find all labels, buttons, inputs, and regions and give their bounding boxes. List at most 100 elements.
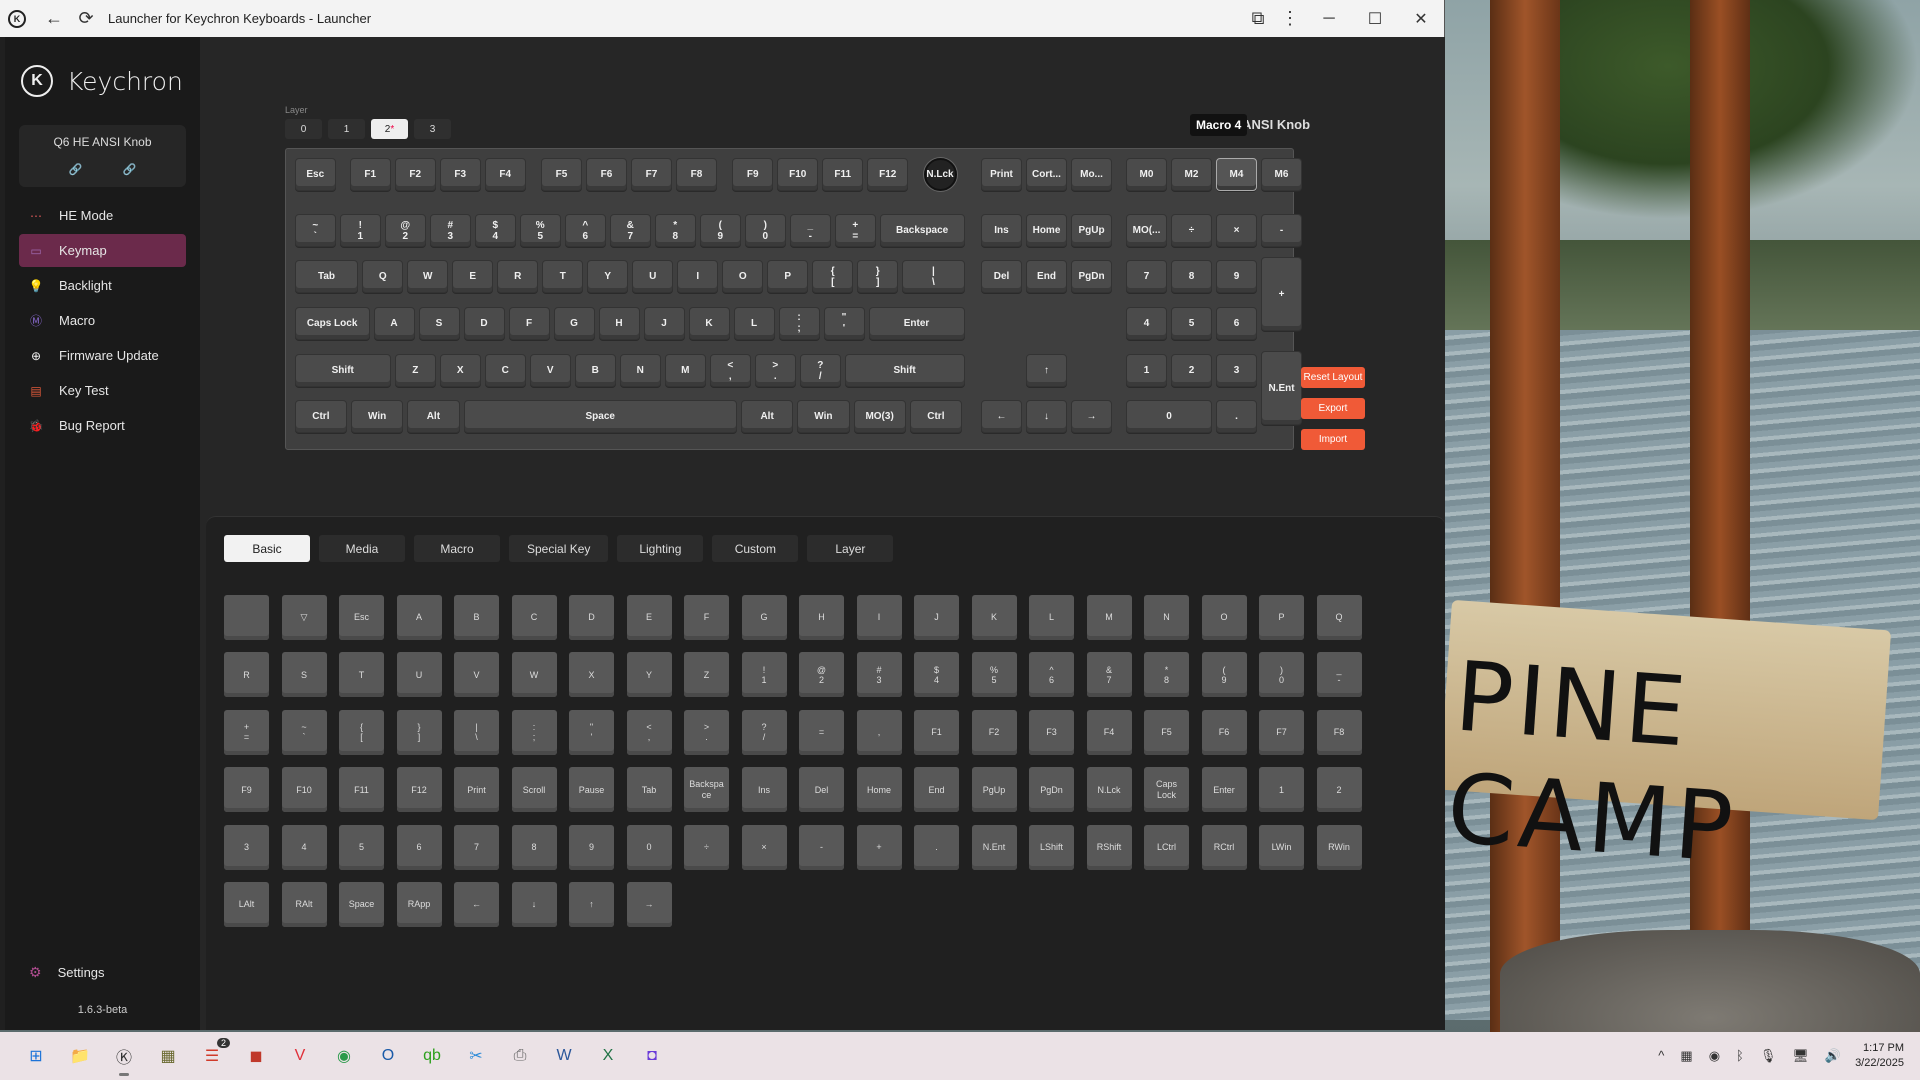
picker-key[interactable]: H (799, 595, 844, 640)
excel-icon[interactable]: X (590, 1038, 626, 1074)
keymap-key[interactable]: N.Ent (1261, 351, 1302, 425)
picker-key[interactable]: R (224, 652, 269, 698)
keymap-key[interactable]: G (553, 306, 595, 340)
keymap-key[interactable]: S (418, 306, 460, 340)
sidebar-item-keymap[interactable]: ▭ Keymap (19, 234, 186, 267)
picker-key[interactable]: Ins (741, 767, 787, 813)
picker-key[interactable]: X (569, 652, 614, 698)
picker-key[interactable]: ← (454, 882, 499, 927)
keymap-key[interactable]: F4 (484, 157, 526, 191)
picker-key[interactable]: Space (339, 882, 384, 927)
keymap-key[interactable]: 0 (1126, 400, 1212, 434)
picker-key[interactable]: Del (799, 767, 844, 813)
picker-key[interactable]: Z (684, 652, 729, 698)
keymap-key[interactable]: M (664, 354, 706, 387)
keymap-key[interactable]: ← (981, 400, 1022, 434)
minimize-button[interactable]: ─ (1306, 0, 1352, 37)
picker-key[interactable]: & 7 (1086, 652, 1132, 698)
app-tray-icon[interactable]: ▦ (1680, 1048, 1692, 1064)
keymap-key[interactable]: ^ 6 (564, 214, 606, 247)
picker-key[interactable]: Q (1316, 595, 1362, 640)
picker-key[interactable]: D (569, 595, 614, 640)
picker-key[interactable]: PgUp (971, 767, 1017, 813)
picker-key[interactable]: F4 (1086, 709, 1132, 755)
import-button[interactable]: Import (1301, 429, 1365, 450)
picker-key[interactable]: N.Ent (971, 824, 1017, 870)
reload-icon[interactable]: ⟳ (70, 4, 102, 34)
picker-key[interactable]: RWin (1316, 824, 1362, 870)
picker-key[interactable]: _ - (1316, 652, 1362, 698)
picker-key[interactable]: + (856, 824, 902, 870)
keychron-launcher-icon[interactable]: Ⓚ (106, 1038, 142, 1076)
keymap-key[interactable]: H (598, 306, 640, 340)
picker-key[interactable]: (9 (1201, 652, 1247, 698)
sidebar-item-he-mode[interactable]: ⋯ HE Mode (19, 199, 186, 232)
keymap-key[interactable]: F2 (394, 157, 436, 191)
picker-key[interactable]: Backspa ce (684, 767, 729, 813)
keymap-key[interactable]: F5 (541, 157, 582, 191)
picker-key[interactable]: | \ (454, 709, 499, 755)
picker-key[interactable]: . (914, 824, 959, 870)
keymap-key[interactable]: ~ ` (294, 214, 336, 247)
keymap-key[interactable]: Ins (981, 214, 1022, 247)
picker-key[interactable]: N (1144, 595, 1189, 640)
keymap-key[interactable]: 5 (1171, 306, 1212, 340)
keymap-key[interactable]: J (643, 306, 685, 340)
picker-key[interactable]: 0 (626, 824, 672, 870)
color-tray-icon[interactable]: ◉ (1709, 1048, 1720, 1064)
picker-key[interactable]: T (339, 652, 384, 698)
vivaldi-icon[interactable]: V (282, 1038, 318, 1074)
picker-key[interactable]: F12 (396, 767, 442, 813)
picker-key[interactable]: Caps Lock (1144, 767, 1189, 813)
picker-key[interactable]: <, (626, 709, 672, 755)
picker-key[interactable]: % 5 (971, 652, 1017, 698)
outlook-icon[interactable]: O (370, 1038, 406, 1074)
keymap-key[interactable]: F11 (822, 157, 864, 191)
picker-key[interactable]: U (396, 652, 442, 698)
keymap-key[interactable]: M2 (1171, 157, 1212, 191)
picker-key[interactable]: W (511, 652, 557, 698)
keymap-key[interactable]: Caps Lock (294, 306, 370, 340)
keymap-key[interactable]: 9 (1216, 260, 1257, 294)
keymap-key[interactable]: | \ (902, 260, 965, 294)
picker-key[interactable]: F (684, 595, 729, 640)
keymap-key[interactable]: → (1071, 400, 1112, 434)
reset-layout-button[interactable]: Reset Layout (1301, 367, 1365, 388)
back-arrow-icon[interactable]: ← (38, 4, 70, 34)
keymap-key[interactable]: End (1026, 260, 1067, 294)
keymap-key[interactable]: (9 (699, 214, 741, 247)
keymap-key[interactable]: 8 (1171, 260, 1212, 294)
keymap-key[interactable]: Ctrl (294, 400, 347, 434)
picker-key[interactable]: L (1029, 595, 1074, 640)
keymap-key[interactable]: MO(3) (853, 400, 906, 434)
sidebar-item-macro[interactable]: Ⓜ Macro (19, 304, 186, 337)
keymap-key[interactable]: PgUp (1071, 214, 1112, 247)
keymap-key[interactable]: F12 (867, 157, 909, 191)
picker-key[interactable]: * 8 (1144, 652, 1189, 698)
keymap-key[interactable]: 3 (1216, 354, 1257, 387)
keymap-key[interactable]: ÷ (1171, 214, 1212, 247)
keymap-key[interactable]: Enter (868, 306, 965, 340)
picker-key[interactable]: A (396, 595, 442, 640)
keymap-key[interactable]: P (767, 260, 809, 294)
keymap-key[interactable]: N (619, 354, 661, 387)
picker-key[interactable]: V (454, 652, 499, 698)
keymap-key[interactable]: Win (797, 400, 850, 434)
picker-key[interactable]: F9 (224, 767, 269, 813)
picker-key[interactable]: ? / (741, 709, 787, 755)
picker-key[interactable]: = (799, 709, 844, 755)
keymap-key[interactable]: Win (351, 400, 404, 434)
unlink-icon[interactable]: 🔗 (123, 163, 137, 176)
keymap-key[interactable]: D (463, 306, 505, 340)
tab-media[interactable]: Media (319, 535, 405, 562)
keymap-key[interactable]: Home (1026, 214, 1067, 247)
keymap-key[interactable]: Mo... (1071, 157, 1112, 191)
picker-key[interactable]: ^ 6 (1029, 652, 1074, 698)
keymap-key[interactable]: >. (754, 354, 796, 387)
picker-key[interactable]: #3 (856, 652, 902, 698)
keymap-key[interactable]: Print (981, 157, 1022, 191)
keymap-key[interactable]: " ' (823, 306, 865, 340)
start-icon[interactable]: ⊞ (18, 1038, 54, 1074)
keymap-key[interactable]: Alt (407, 400, 460, 434)
keymap-key[interactable]: Backspace (879, 214, 965, 247)
